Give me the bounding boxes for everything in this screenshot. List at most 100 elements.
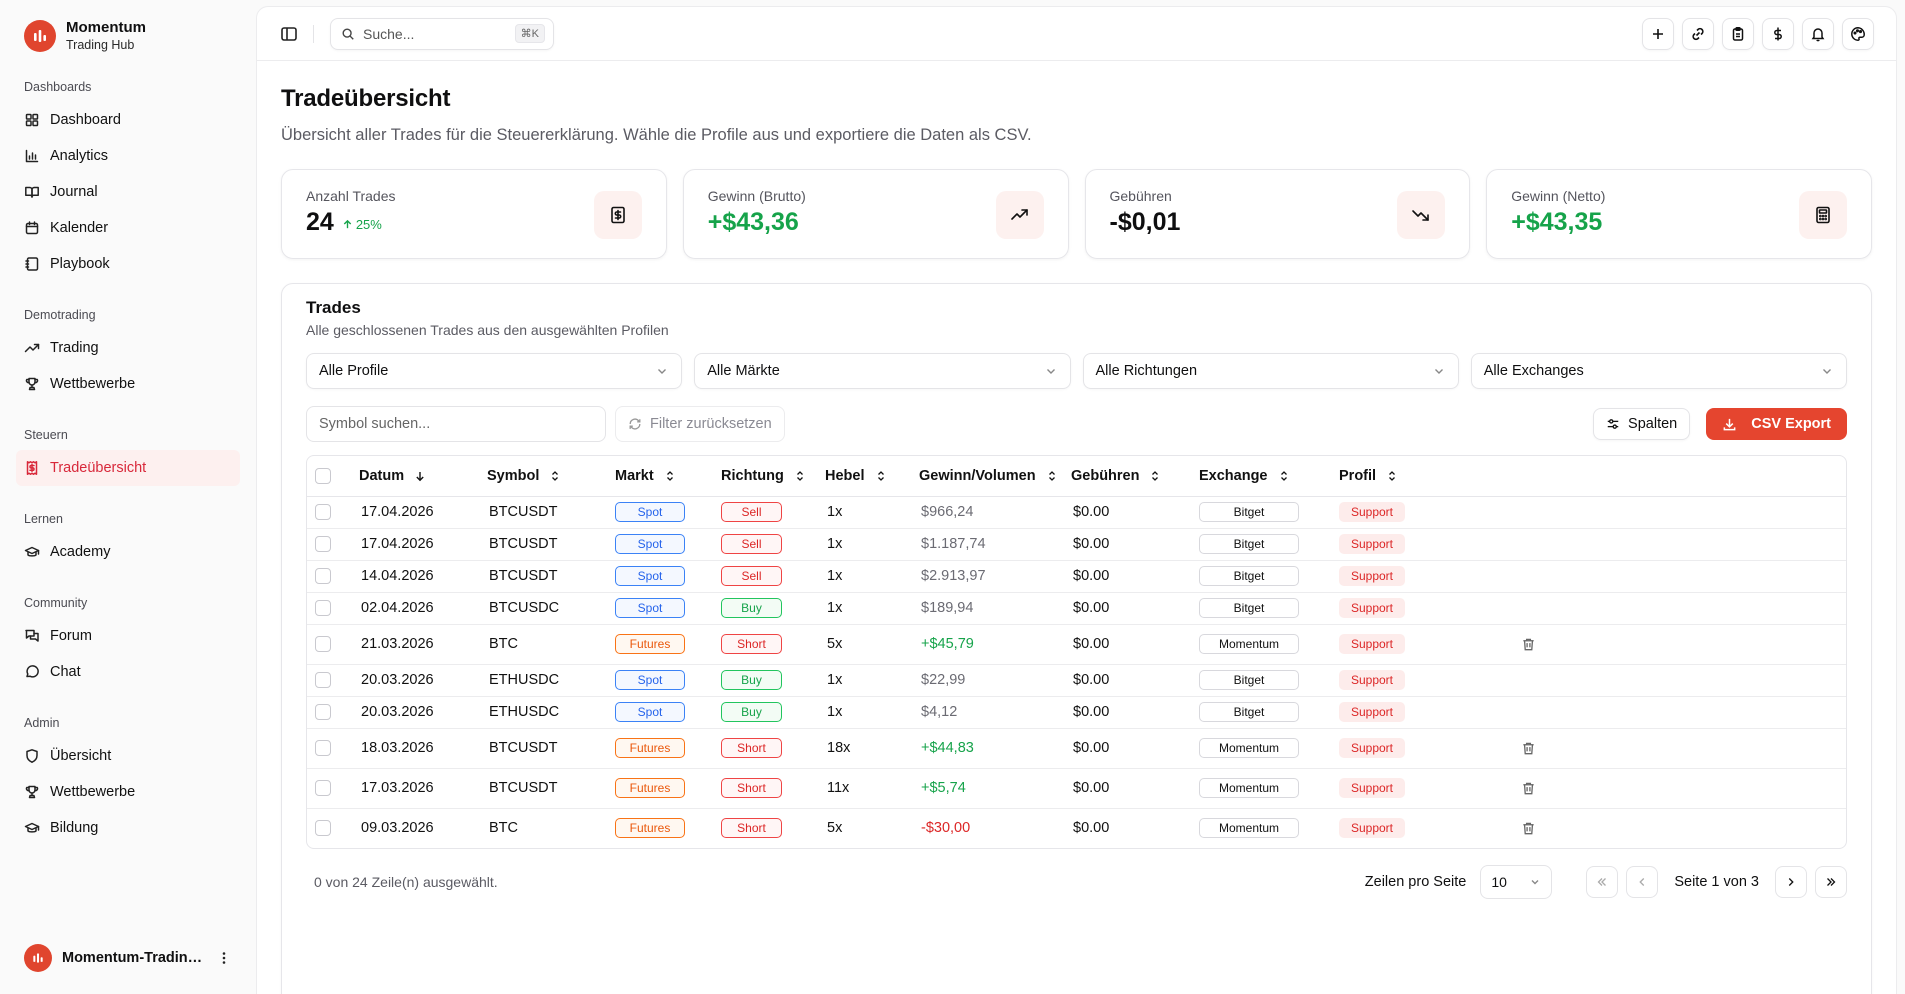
sidebar-item-analytics[interactable]: Analytics xyxy=(16,138,240,174)
sidebar-item-wettbewerbe[interactable]: Wettbewerbe xyxy=(16,774,240,810)
sidebar-item-academy[interactable]: Academy xyxy=(16,534,240,570)
cell-date: 20.03.2026 xyxy=(359,664,487,697)
sidebar-item-trading[interactable]: Trading xyxy=(16,330,240,366)
cell-market: Spot xyxy=(615,528,721,561)
cell-exchange: Momentum xyxy=(1199,808,1339,848)
cell-pnl: $1.187,74 xyxy=(919,528,1071,561)
column-header[interactable]: Datum xyxy=(359,456,487,497)
add-button[interactable] xyxy=(1642,17,1674,50)
csv-export-button[interactable]: CSV Export xyxy=(1706,408,1847,440)
market-badge: Futures xyxy=(615,634,685,654)
row-checkbox[interactable] xyxy=(315,740,331,756)
sidebar-item-tradeübersicht[interactable]: Tradeübersicht xyxy=(16,450,240,486)
profile-badge: Support xyxy=(1339,818,1405,839)
table-row[interactable]: 17.04.2026 BTCUSDT Spot Sell 1x $966,24 $0.00 B… xyxy=(307,496,1846,529)
select-all-checkbox[interactable] xyxy=(315,467,331,484)
next-page-button[interactable] xyxy=(1775,866,1807,898)
cell-fees: $0.00 xyxy=(1071,696,1199,729)
prev-page-button[interactable] xyxy=(1626,866,1659,898)
cell-date: 20.03.2026 xyxy=(359,696,487,729)
row-checkbox[interactable] xyxy=(315,600,331,616)
row-checkbox[interactable] xyxy=(315,504,331,520)
filter-select[interactable]: Alle Profile xyxy=(306,353,683,389)
column-header[interactable]: Hebel xyxy=(825,456,919,497)
cell-leverage: 1x xyxy=(825,696,919,729)
plus-icon xyxy=(1653,28,1663,39)
reset-filters-button[interactable]: Filter zurücksetzen xyxy=(615,406,785,442)
row-checkbox[interactable] xyxy=(315,820,331,837)
brand-name: Momentum xyxy=(66,18,146,36)
column-header[interactable]: Markt xyxy=(615,456,721,497)
table-row[interactable]: 20.03.2026 ETHUSDC Spot Buy 1x $4,12 $0.00 Bitg… xyxy=(307,696,1846,729)
profile-badge: Support xyxy=(1339,534,1405,554)
column-header[interactable]: Symbol xyxy=(487,456,615,497)
direction-badge: Short xyxy=(721,634,782,654)
arrow-down-icon xyxy=(416,471,424,481)
exchange-badge: Bitget xyxy=(1199,534,1299,554)
trash-icon[interactable] xyxy=(1521,637,1536,652)
link-button[interactable] xyxy=(1682,17,1714,50)
trash-icon[interactable] xyxy=(1521,781,1536,796)
nav-group: Admin Übersicht Wettbewerbe Bildung xyxy=(16,708,240,846)
column-header-label: Markt xyxy=(615,467,654,484)
sidebar-item-übersicht[interactable]: Übersicht xyxy=(16,738,240,774)
trash-icon[interactable] xyxy=(1521,741,1536,756)
row-checkbox[interactable] xyxy=(315,568,331,584)
sidebar-item-forum[interactable]: Forum xyxy=(16,618,240,654)
sidebar-item-label: Journal xyxy=(50,184,98,200)
sidebar-item-playbook[interactable]: Playbook xyxy=(16,246,240,282)
row-checkbox[interactable] xyxy=(315,672,331,688)
currency-button[interactable] xyxy=(1762,17,1794,50)
last-page-button[interactable] xyxy=(1815,866,1847,898)
sidebar-item-wettbewerbe[interactable]: Wettbewerbe xyxy=(16,366,240,402)
table-row[interactable]: 17.04.2026 BTCUSDT Spot Sell 1x $1.187,74 $0.0… xyxy=(307,528,1846,561)
sidebar-item-kalender[interactable]: Kalender xyxy=(16,210,240,246)
filter-select[interactable]: Alle Richtungen xyxy=(1082,353,1459,389)
exchange-badge: Bitget xyxy=(1199,502,1299,522)
table-row[interactable]: 17.03.2026 BTCUSDT Futures Short 11x +$5,74 $0… xyxy=(307,768,1846,809)
trash-icon[interactable] xyxy=(1521,821,1536,836)
clipboard-button[interactable] xyxy=(1722,17,1754,50)
sidebar-toggle-icon[interactable] xyxy=(279,24,299,44)
sidebar-item-chat[interactable]: Chat xyxy=(16,654,240,690)
select-cell xyxy=(307,696,359,729)
sidebar-item-dashboard[interactable]: Dashboard xyxy=(16,102,240,138)
filter-select[interactable]: Alle Märkte xyxy=(694,353,1071,389)
search-input[interactable]: Suche... ⌘K xyxy=(330,17,554,50)
sort-icon xyxy=(552,470,559,481)
more-vertical-icon[interactable] xyxy=(216,950,232,966)
theme-button[interactable] xyxy=(1842,17,1874,50)
row-checkbox[interactable] xyxy=(315,536,331,552)
selection-count: 0 von 24 Zeile(n) ausgewählt. xyxy=(314,874,498,890)
table-row[interactable]: 09.03.2026 BTC Futures Short 5x -$30,00 $0.00 M… xyxy=(307,808,1846,848)
notifications-button[interactable] xyxy=(1802,17,1834,50)
table-row[interactable]: 20.03.2026 ETHUSDC Spot Buy 1x $22,99 $0.00 Bit… xyxy=(307,664,1846,697)
row-checkbox[interactable] xyxy=(315,704,331,720)
table-row[interactable]: 18.03.2026 BTCUSDT Futures Short 18x +$44,83 $… xyxy=(307,728,1846,769)
column-header[interactable]: Gewinn/Volumen xyxy=(919,456,1071,497)
sidebar-item-label: Forum xyxy=(50,628,92,644)
sidebar-item-journal[interactable]: Journal xyxy=(16,174,240,210)
brand[interactable]: Momentum Trading Hub xyxy=(16,18,240,54)
filter-select[interactable]: Alle Exchanges xyxy=(1470,353,1847,389)
cell-leverage: 5x xyxy=(827,820,843,837)
rows-per-page-select[interactable]: 10 xyxy=(1480,865,1553,899)
table-row[interactable]: 21.03.2026 BTC Futures Short 5x +$45,79 $0.00 M… xyxy=(307,624,1846,665)
column-header[interactable]: Profil xyxy=(1339,456,1509,497)
cell-symbol: BTCUSDT xyxy=(487,768,615,809)
cell-pnl: $22,99 xyxy=(919,664,1071,697)
sidebar-item-bildung[interactable]: Bildung xyxy=(16,810,240,846)
sidebar-item-label: Bildung xyxy=(50,820,99,836)
user-menu[interactable]: Momentum-Trading Hub xyxy=(16,938,240,978)
table-row[interactable]: 14.04.2026 BTCUSDT Spot Sell 1x $2.913,97 $0.0… xyxy=(307,560,1846,593)
row-checkbox[interactable] xyxy=(315,636,331,652)
column-header[interactable]: Gebühren xyxy=(1071,456,1199,497)
first-page-button[interactable] xyxy=(1586,866,1619,898)
column-header[interactable]: Richtung xyxy=(721,456,825,497)
column-header[interactable]: Exchange xyxy=(1199,456,1339,497)
row-checkbox[interactable] xyxy=(315,780,331,796)
symbol-search-input[interactable]: Symbol suchen... xyxy=(306,406,606,442)
main: Suche... ⌘K Tradeübersicht Übersicht all… xyxy=(256,0,1905,994)
columns-button[interactable]: Spalten xyxy=(1593,408,1691,440)
table-row[interactable]: 02.04.2026 BTCUSDC Spot Buy 1x $189,94 $0.00 Bi… xyxy=(307,592,1846,625)
